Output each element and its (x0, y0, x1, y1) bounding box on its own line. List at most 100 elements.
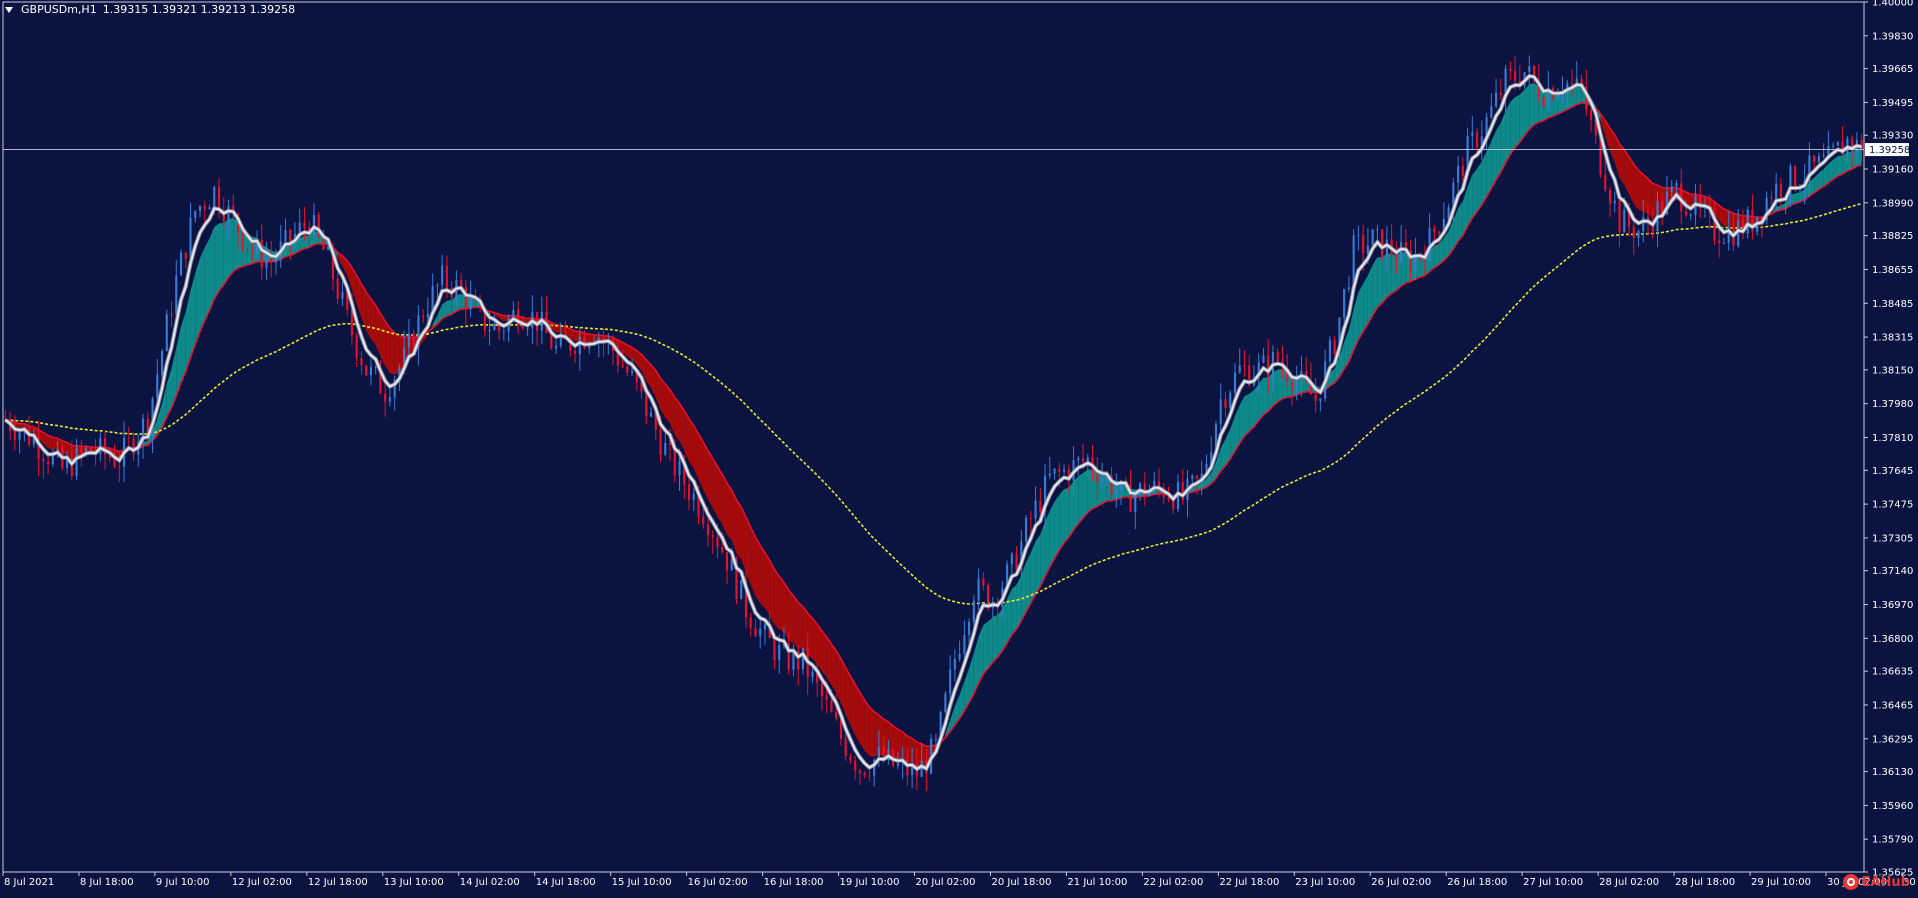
cloud-segment (988, 617, 993, 669)
candle (797, 645, 800, 686)
candle-body (1495, 92, 1498, 107)
candle-body (626, 366, 629, 373)
candle-body (203, 206, 206, 210)
candle (1504, 65, 1507, 112)
candle (279, 225, 282, 268)
cloud-segment (1572, 86, 1577, 108)
cloud-segment (1078, 472, 1084, 524)
cloud-segment (1633, 164, 1639, 210)
cloud-segment (1386, 253, 1392, 298)
candle-body (488, 330, 491, 332)
candle-body (1333, 340, 1336, 354)
x-tick-label: 20 Jul 18:00 (991, 877, 1051, 888)
candle-body (1195, 475, 1199, 479)
triangle-down-icon[interactable] (5, 6, 13, 13)
candle-body (189, 217, 192, 259)
candle (953, 649, 956, 682)
cloud-segment (764, 552, 770, 615)
y-tick-label: 1.35960 (1872, 801, 1913, 812)
chart-canvas[interactable]: 1.40000 1.39830 1.39665 1.39495 1.39330 1.391… (0, 0, 1918, 894)
candle (507, 314, 510, 342)
candle-body (820, 682, 824, 697)
y-tick-label: 1.36970 (1872, 600, 1913, 611)
candle-body (1461, 166, 1464, 177)
cloud-segment (1837, 155, 1843, 177)
y-tick-label: 1.38825 (1872, 231, 1913, 242)
candle (517, 301, 520, 335)
cloud-segment (798, 602, 803, 649)
candle-body (630, 370, 634, 373)
candle-body (1077, 458, 1080, 461)
candle (464, 280, 467, 326)
candle (42, 450, 45, 479)
candle (1827, 130, 1830, 156)
logo-text: EAHub (1861, 874, 1910, 890)
candle (194, 210, 197, 223)
candle-body (165, 314, 168, 351)
candle (725, 551, 729, 584)
candle (645, 391, 648, 425)
cloud-segment (1073, 476, 1079, 531)
cloud-segment (1358, 283, 1364, 340)
candle-body (1167, 497, 1170, 500)
cloud-segment (831, 643, 837, 693)
cloud-segment (1244, 393, 1250, 437)
candle-body (265, 258, 268, 268)
candle-body (1395, 255, 1398, 261)
candle-body (692, 493, 695, 500)
x-tick-label: 9 Jul 10:00 (156, 877, 210, 888)
candle (374, 365, 377, 375)
candle-body (849, 756, 852, 761)
cloud-segment (1249, 390, 1254, 432)
candle (944, 691, 947, 715)
candle-body (1513, 70, 1517, 81)
candle-body (1827, 146, 1830, 156)
candle-body (1025, 518, 1028, 542)
candle-body (384, 393, 387, 402)
candle (1822, 143, 1825, 158)
cloud-segment (864, 700, 870, 757)
y-tick-label: 1.35790 (1872, 835, 1913, 846)
candle-body (1822, 155, 1825, 157)
candle (179, 249, 183, 276)
cloud-segment (1363, 275, 1368, 332)
candle-body (1589, 109, 1593, 120)
cloud-segment (389, 328, 395, 375)
candle-body (835, 711, 838, 719)
cloud-segment (304, 235, 310, 249)
candle-body (754, 628, 757, 637)
candle-body (706, 524, 710, 535)
cloud-segment (1253, 383, 1259, 427)
x-tick-label: 20 Jul 02:00 (916, 877, 976, 888)
candle-body (526, 328, 529, 330)
candle-body (858, 770, 861, 773)
candle (203, 200, 206, 224)
candle-body (1366, 245, 1369, 254)
candle-body (649, 412, 653, 417)
candle (1699, 183, 1702, 219)
candle-body (42, 458, 45, 462)
candle-body (678, 461, 681, 476)
candle-body (687, 484, 691, 500)
candle (127, 426, 130, 449)
candle (1029, 510, 1032, 534)
price-chart[interactable]: GBPUSDm,H1 1.39315 1.39321 1.39213 1.392… (0, 0, 1918, 894)
cloud-segment (1372, 257, 1378, 316)
candle-body (1770, 197, 1773, 199)
cloud-segment (712, 458, 718, 517)
candle-body (1613, 200, 1616, 204)
candle-body (958, 653, 961, 660)
candle-body (1836, 142, 1839, 146)
candle (1528, 55, 1531, 85)
candle (1043, 464, 1047, 530)
candle-body (160, 350, 164, 375)
x-tick-label: 12 Jul 18:00 (308, 877, 368, 888)
candle (1309, 362, 1312, 395)
candle-body (1039, 500, 1042, 512)
candle-body (1642, 216, 1645, 232)
candle (958, 640, 961, 663)
candle (1252, 365, 1256, 387)
candle-body (854, 760, 857, 771)
candle-body (251, 249, 254, 253)
candle-body (1290, 381, 1294, 391)
